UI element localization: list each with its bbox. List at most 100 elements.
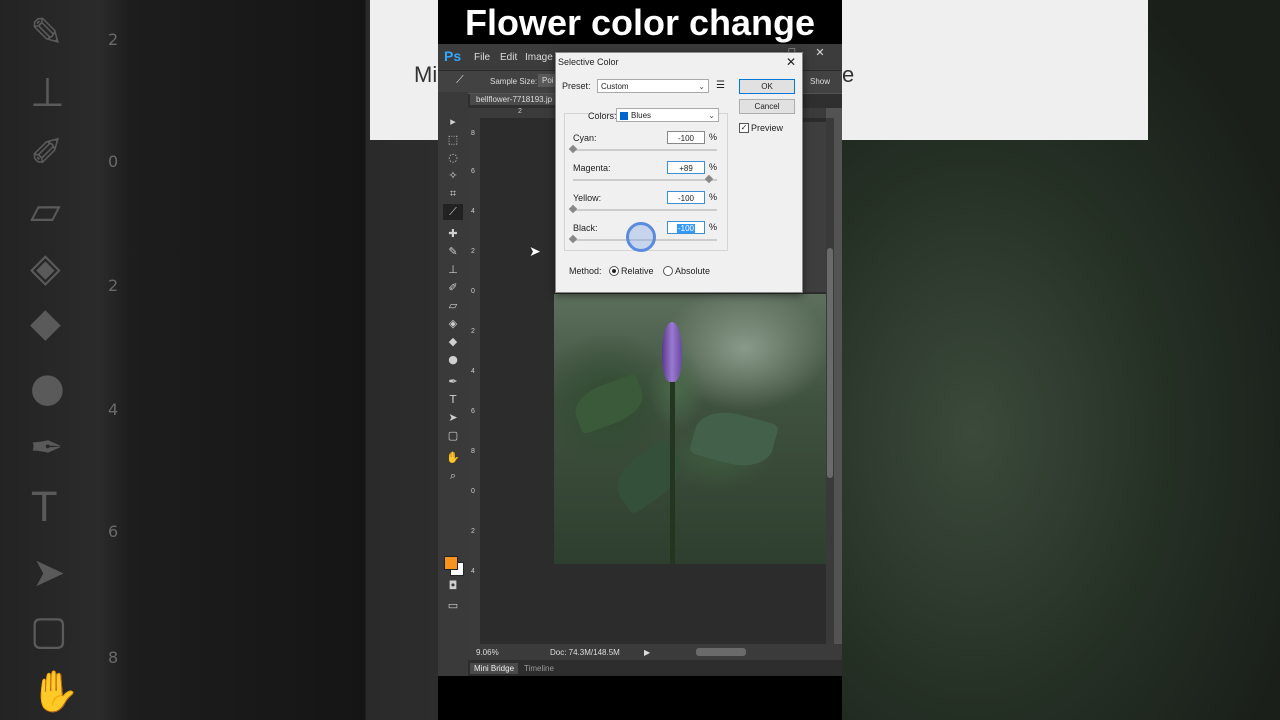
eyedropper-icon[interactable]: ⟋ bbox=[456, 74, 464, 87]
marquee-tool-icon[interactable]: ⬚ bbox=[443, 132, 463, 148]
hand-tool-icon[interactable]: ✋ bbox=[443, 450, 463, 466]
ghost-ruler-num: 2 bbox=[108, 30, 119, 49]
cancel-button[interactable]: Cancel bbox=[739, 99, 795, 114]
absolute-radio[interactable] bbox=[663, 266, 673, 276]
ruler-label: 6 bbox=[471, 168, 475, 175]
yellow-label: Yellow: bbox=[573, 193, 602, 203]
vertical-scrollbar-thumb[interactable] bbox=[827, 248, 833, 478]
colors-select[interactable]: Blues ⌄ bbox=[616, 108, 719, 122]
document-tab[interactable]: bellflower-7718193.jp bbox=[470, 94, 559, 105]
black-percent: % bbox=[709, 222, 718, 232]
ok-button[interactable]: OK bbox=[739, 79, 795, 94]
doc-size-info: Doc: 74.3M/148.5M bbox=[550, 648, 620, 657]
history-brush-icon[interactable]: ✐ bbox=[443, 280, 463, 296]
ruler-label: 8 bbox=[471, 448, 475, 455]
ps-logo: Ps bbox=[444, 48, 462, 64]
background-dialog-ghost-right bbox=[842, 0, 1148, 140]
vertical-ruler: 8 6 4 2 0 2 4 6 8 0 2 4 bbox=[468, 108, 480, 644]
preview-checkbox[interactable]: ✓ bbox=[739, 123, 749, 133]
sample-size-label: Sample Size: bbox=[490, 77, 538, 86]
ghost-bucket-icon: ◈ bbox=[30, 245, 61, 291]
menu-file[interactable]: File bbox=[474, 52, 490, 63]
ruler-label: 2 bbox=[471, 248, 475, 255]
status-menu-arrow-icon[interactable]: ▶ bbox=[644, 648, 650, 657]
ghost-ruler-num: 2 bbox=[108, 276, 119, 295]
shape-tool-icon[interactable]: ▢ bbox=[443, 428, 463, 444]
ruler-label: 0 bbox=[471, 288, 475, 295]
quick-mask-icon[interactable]: ◘ bbox=[443, 578, 463, 594]
menu-image[interactable]: Image bbox=[525, 52, 553, 63]
quick-select-tool-icon[interactable]: ✧ bbox=[443, 168, 463, 184]
cyan-percent: % bbox=[709, 132, 718, 142]
ruler-label: 2 bbox=[518, 108, 522, 115]
click-highlight-ring bbox=[626, 222, 656, 252]
cyan-input[interactable]: -100 bbox=[667, 131, 705, 144]
type-tool-icon[interactable]: T bbox=[443, 392, 463, 408]
document-image[interactable] bbox=[554, 294, 826, 564]
lasso-tool-icon[interactable]: ◌ bbox=[443, 150, 463, 166]
magenta-input[interactable]: +89 bbox=[667, 161, 705, 174]
ghost-ruler-num: 6 bbox=[108, 522, 119, 541]
zoom-tool-icon[interactable]: ⌕ bbox=[443, 468, 463, 484]
ghost-ruler-num: 4 bbox=[108, 400, 119, 419]
tools-panel: ▸ ⬚ ◌ ✧ ⌗ ⟋ ✚ ✎ ⊥ ✐ ▱ ◈ ◆ ● ✒ T ➤ ▢ ✋ ⌕ … bbox=[438, 92, 468, 676]
path-select-icon[interactable]: ➤ bbox=[443, 410, 463, 426]
menu-edit[interactable]: Edit bbox=[500, 52, 517, 63]
zoom-level[interactable]: 9.06% bbox=[476, 648, 499, 657]
ghost-brush-icon: ✎ bbox=[30, 10, 64, 56]
absolute-label: Absolute bbox=[675, 266, 711, 276]
leaf-shape bbox=[607, 437, 691, 516]
close-window-button[interactable]: ✕ bbox=[806, 46, 834, 59]
stamp-tool-icon[interactable]: ⊥ bbox=[443, 262, 463, 278]
colors-value: Blues bbox=[631, 111, 652, 120]
healing-brush-icon[interactable]: ✚ bbox=[443, 226, 463, 242]
ruler-label: 4 bbox=[471, 368, 475, 375]
background-ghost-text-left: Mi bbox=[414, 62, 438, 87]
eyedropper-tool-icon[interactable]: ⟋ bbox=[443, 204, 463, 220]
yellow-input[interactable]: -100 bbox=[667, 191, 705, 204]
ruler-label: 8 bbox=[471, 130, 475, 137]
cyan-slider[interactable] bbox=[568, 144, 717, 154]
dialog-close-icon[interactable]: ✕ bbox=[786, 55, 796, 69]
brush-tool-icon[interactable]: ✎ bbox=[443, 244, 463, 260]
yellow-slider[interactable] bbox=[568, 204, 717, 214]
method-label: Method: bbox=[569, 266, 602, 276]
preset-options-icon[interactable]: ☰ bbox=[716, 80, 725, 91]
blur-tool-icon[interactable]: ◆ bbox=[443, 334, 463, 350]
move-tool-icon[interactable]: ▸ bbox=[443, 114, 463, 130]
black-input-value: -100 bbox=[676, 224, 695, 233]
video-title: Flower color change bbox=[464, 2, 816, 43]
colors-label: Colors: bbox=[588, 111, 617, 121]
ruler-label: 4 bbox=[471, 208, 475, 215]
vertical-scrollbar[interactable] bbox=[826, 118, 834, 644]
magenta-percent: % bbox=[709, 162, 718, 172]
screen-mode-icon[interactable]: ▭ bbox=[443, 598, 463, 614]
black-input[interactable]: -100 bbox=[667, 221, 705, 234]
ghost-history-brush-icon: ✐ bbox=[30, 130, 64, 176]
eraser-tool-icon[interactable]: ▱ bbox=[443, 298, 463, 314]
chevron-down-icon: ⌄ bbox=[698, 82, 705, 91]
dodge-tool-icon[interactable]: ● bbox=[443, 352, 463, 368]
ghost-hand-icon: ✋ bbox=[30, 669, 80, 715]
leaf-shape bbox=[569, 373, 649, 435]
show-sampling-ring-checkbox[interactable]: Show bbox=[810, 77, 830, 86]
magenta-slider[interactable] bbox=[573, 174, 717, 184]
dialog-title: Selective Color bbox=[558, 57, 619, 67]
ruler-label: 4 bbox=[471, 568, 475, 575]
flower-bud bbox=[662, 322, 682, 382]
foreground-color-swatch[interactable] bbox=[444, 556, 458, 570]
preset-label: Preset: bbox=[562, 81, 591, 91]
selective-color-dialog: Selective Color ✕ Preset: Custom ⌄ ☰ OK … bbox=[555, 52, 803, 293]
crop-tool-icon[interactable]: ⌗ bbox=[443, 186, 463, 202]
relative-radio[interactable] bbox=[609, 266, 619, 276]
preset-select[interactable]: Custom ⌄ bbox=[597, 79, 709, 93]
horizontal-scrollbar-thumb[interactable] bbox=[696, 648, 746, 656]
tab-mini-bridge[interactable]: Mini Bridge bbox=[470, 663, 519, 674]
ghost-pen-icon: ✒ bbox=[30, 425, 64, 471]
bucket-tool-icon[interactable]: ◈ bbox=[443, 316, 463, 332]
cyan-label: Cyan: bbox=[573, 133, 597, 143]
pen-tool-icon[interactable]: ✒ bbox=[443, 374, 463, 390]
ghost-type-icon: T bbox=[32, 485, 57, 531]
preset-value: Custom bbox=[601, 82, 629, 91]
tab-timeline[interactable]: Timeline bbox=[520, 663, 558, 674]
